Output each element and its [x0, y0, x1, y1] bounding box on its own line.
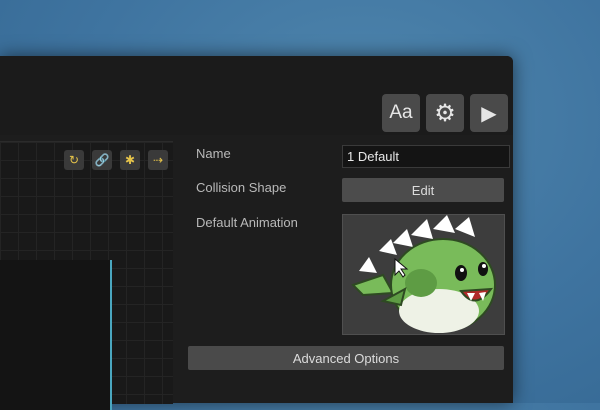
play-icon: ▶	[481, 102, 497, 125]
bug-tool-button[interactable]: ✱	[120, 150, 140, 170]
edit-label: Edit	[411, 182, 435, 198]
default-animation-label: Default Animation	[196, 215, 298, 230]
top-toolbar: Aa ⚙ ▶	[0, 56, 513, 135]
name-label: Name	[196, 146, 231, 161]
font-button[interactable]: Aa	[382, 94, 420, 132]
bug-icon: ✱	[124, 153, 136, 167]
properties-panel: Name Collision Shape Edit Default Animat…	[176, 135, 513, 403]
default-animation-preview[interactable]	[342, 214, 505, 335]
rotate-icon: ↻	[68, 153, 80, 167]
editor-window: Aa ⚙ ▶ ↻ 🔗 ✱ ⇢ Name Collision Shape Edit…	[0, 56, 513, 410]
edit-collision-button[interactable]: Edit	[342, 178, 504, 202]
scene-stage[interactable]	[0, 260, 112, 410]
play-button[interactable]: ▶	[470, 94, 508, 132]
advanced-options-label: Advanced Options	[292, 350, 400, 366]
rotate-tool-button[interactable]: ↻	[64, 150, 84, 170]
arrow-right-icon: ⇢	[152, 153, 164, 167]
collision-shape-label: Collision Shape	[196, 180, 287, 195]
settings-button[interactable]: ⚙	[426, 94, 464, 132]
advanced-options-button[interactable]: Advanced Options	[188, 346, 504, 370]
font-button-label: Aa	[389, 102, 413, 123]
link-tool-button[interactable]: 🔗	[92, 150, 112, 170]
name-field[interactable]	[342, 145, 510, 168]
gear-icon: ⚙	[434, 99, 456, 127]
link-icon: 🔗	[94, 153, 110, 167]
arrow-tool-button[interactable]: ⇢	[148, 150, 168, 170]
dragon-sprite	[351, 215, 496, 333]
scene-canvas[interactable]: ↻ 🔗 ✱ ⇢	[0, 141, 173, 410]
